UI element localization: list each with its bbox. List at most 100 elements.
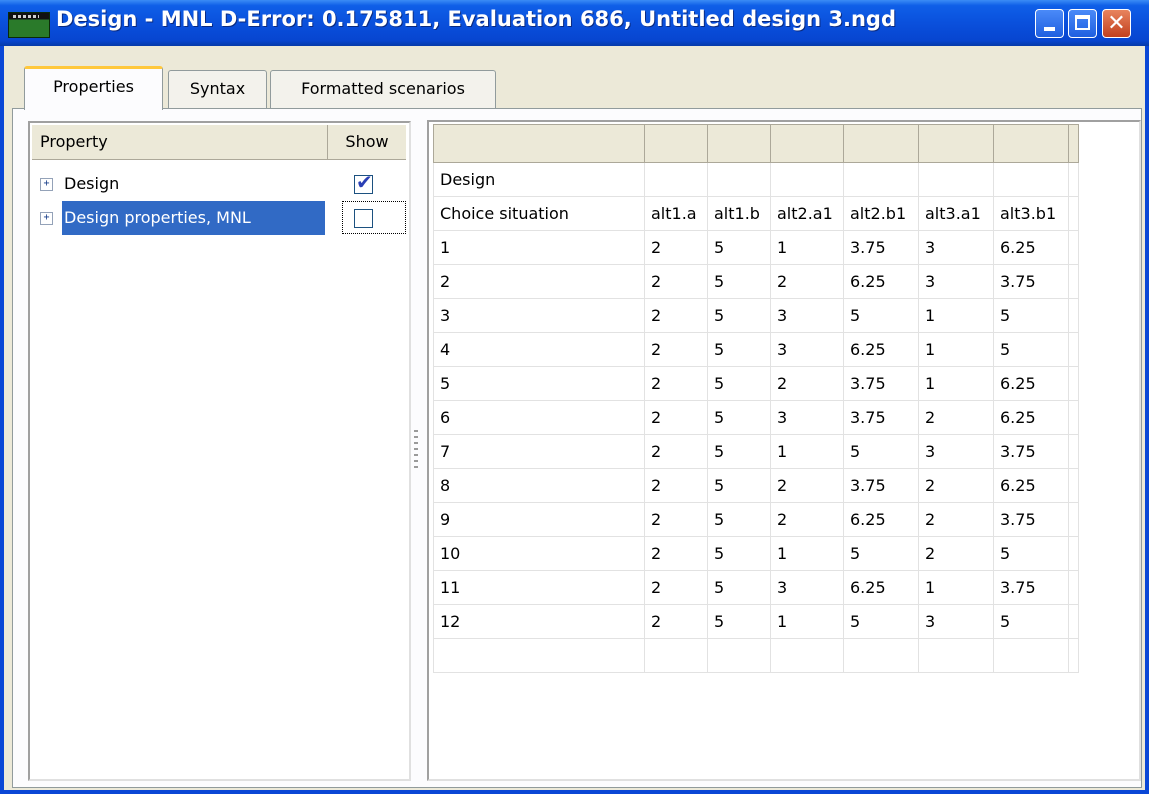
grid-cell[interactable] — [918, 124, 994, 163]
grid-cell[interactable] — [707, 162, 771, 197]
grid-cell[interactable]: 3 — [918, 230, 994, 265]
grid-cell[interactable] — [1068, 298, 1079, 333]
grid-cell[interactable] — [1068, 570, 1079, 605]
grid-cell[interactable]: 1 — [918, 298, 994, 333]
close-button[interactable]: ✕ — [1102, 9, 1131, 38]
minimize-button[interactable] — [1035, 9, 1064, 38]
grid-cell[interactable]: 5 — [707, 570, 771, 605]
grid-cell[interactable]: 5 — [993, 604, 1069, 639]
column-header-property[interactable]: Property — [32, 125, 328, 159]
tree-item-label[interactable]: Design properties, MNL — [62, 201, 325, 235]
grid-cell[interactable]: 3 — [918, 264, 994, 299]
grid-cell[interactable] — [1068, 536, 1079, 571]
grid-cell[interactable]: 1 — [770, 230, 844, 265]
grid-cell[interactable] — [644, 162, 708, 197]
grid-cell[interactable]: Design — [433, 162, 645, 197]
grid-cell[interactable]: 2 — [644, 332, 708, 367]
grid-cell[interactable]: 3.75 — [843, 230, 919, 265]
grid-cell[interactable] — [1068, 638, 1079, 673]
grid-cell[interactable]: 2 — [644, 264, 708, 299]
grid-cell[interactable]: 5 — [993, 536, 1069, 571]
grid-cell[interactable] — [1068, 434, 1079, 469]
grid-cell[interactable]: 1 — [918, 366, 994, 401]
grid-cell[interactable]: 6.25 — [993, 366, 1069, 401]
design-grid[interactable]: Design Choice situation alt1.a alt1.b alt2.a… — [427, 120, 1141, 781]
grid-cell[interactable]: 6 — [433, 400, 645, 435]
show-checkbox-design[interactable] — [354, 170, 373, 194]
grid-cell[interactable]: 3 — [770, 298, 844, 333]
grid-cell[interactable]: 5 — [843, 434, 919, 469]
grid-cell[interactable]: alt3.a1 — [918, 196, 994, 231]
grid-cell[interactable] — [918, 162, 994, 197]
grid-cell[interactable]: 3 — [918, 604, 994, 639]
grid-cell[interactable] — [707, 638, 771, 673]
grid-cell[interactable] — [644, 638, 708, 673]
grid-cell[interactable]: 2 — [644, 468, 708, 503]
grid-cell[interactable]: 8 — [433, 468, 645, 503]
grid-cell[interactable]: 6.25 — [843, 570, 919, 605]
grid-cell[interactable]: 9 — [433, 502, 645, 537]
grid-cell[interactable]: 5 — [707, 604, 771, 639]
show-checkbox-design-properties[interactable] — [354, 209, 373, 228]
grid-cell[interactable]: 5 — [843, 536, 919, 571]
grid-cell[interactable]: 5 — [707, 502, 771, 537]
grid-cell[interactable]: 1 — [770, 434, 844, 469]
grid-cell[interactable] — [1068, 400, 1079, 435]
tab-syntax[interactable]: Syntax — [168, 70, 267, 108]
grid-cell[interactable]: 2 — [644, 502, 708, 537]
grid-cell[interactable] — [1068, 468, 1079, 503]
grid-cell[interactable]: 5 — [707, 264, 771, 299]
expand-icon[interactable]: + — [40, 178, 53, 191]
grid-cell[interactable] — [843, 162, 919, 197]
grid-cell[interactable]: 3.75 — [993, 570, 1069, 605]
title-bar[interactable]: Design - MNL D-Error: 0.175811, Evaluati… — [0, 0, 1149, 46]
grid-cell[interactable]: 3.75 — [843, 366, 919, 401]
grid-cell[interactable]: alt2.a1 — [770, 196, 844, 231]
grid-cell[interactable]: 6.25 — [843, 332, 919, 367]
splitter-grip[interactable] — [414, 430, 418, 470]
grid-cell[interactable]: 5 — [993, 332, 1069, 367]
grid-cell[interactable]: alt2.b1 — [843, 196, 919, 231]
grid-cell[interactable]: 5 — [707, 400, 771, 435]
tree-item-label[interactable]: Design — [62, 167, 125, 201]
grid-cell[interactable]: 3.75 — [993, 264, 1069, 299]
grid-cell[interactable]: 7 — [433, 434, 645, 469]
maximize-button[interactable] — [1068, 9, 1097, 38]
grid-cell[interactable]: 2 — [644, 604, 708, 639]
app-icon[interactable] — [8, 12, 50, 38]
grid-cell[interactable]: 3 — [770, 570, 844, 605]
grid-cell[interactable]: 5 — [707, 332, 771, 367]
grid-cell[interactable]: 2 — [644, 570, 708, 605]
grid-cell[interactable]: 3 — [433, 298, 645, 333]
grid-cell[interactable]: 12 — [433, 604, 645, 639]
grid-cell[interactable]: alt1.a — [644, 196, 708, 231]
grid-cell[interactable] — [770, 162, 844, 197]
grid-cell[interactable] — [1068, 502, 1079, 537]
grid-cell[interactable]: 10 — [433, 536, 645, 571]
grid-cell[interactable]: 2 — [770, 264, 844, 299]
grid-cell[interactable]: 2 — [918, 536, 994, 571]
grid-cell[interactable]: 3 — [770, 400, 844, 435]
grid-cell[interactable]: 5 — [707, 468, 771, 503]
grid-cell[interactable]: Choice situation — [433, 196, 645, 231]
grid-cell[interactable]: 5 — [433, 366, 645, 401]
grid-cell[interactable] — [1068, 366, 1079, 401]
grid-cell[interactable]: 2 — [644, 434, 708, 469]
grid-cell[interactable]: 1 — [918, 570, 994, 605]
grid-cell[interactable]: 5 — [707, 434, 771, 469]
tab-properties[interactable]: Properties — [24, 66, 163, 110]
grid-cell[interactable] — [1068, 230, 1079, 265]
grid-cell[interactable]: 2 — [644, 400, 708, 435]
grid-cell[interactable]: 2 — [918, 502, 994, 537]
grid-cell[interactable]: alt1.b — [707, 196, 771, 231]
grid-cell[interactable]: 5 — [707, 536, 771, 571]
grid-cell[interactable] — [843, 638, 919, 673]
grid-cell[interactable]: 2 — [644, 230, 708, 265]
grid-cell[interactable]: 1 — [770, 536, 844, 571]
column-header-show[interactable]: Show — [328, 125, 406, 159]
grid-cell[interactable]: 1 — [433, 230, 645, 265]
grid-cell[interactable]: 6.25 — [993, 400, 1069, 435]
grid-cell[interactable]: 2 — [770, 502, 844, 537]
grid-cell[interactable] — [1068, 604, 1079, 639]
grid-cell[interactable] — [993, 124, 1069, 163]
